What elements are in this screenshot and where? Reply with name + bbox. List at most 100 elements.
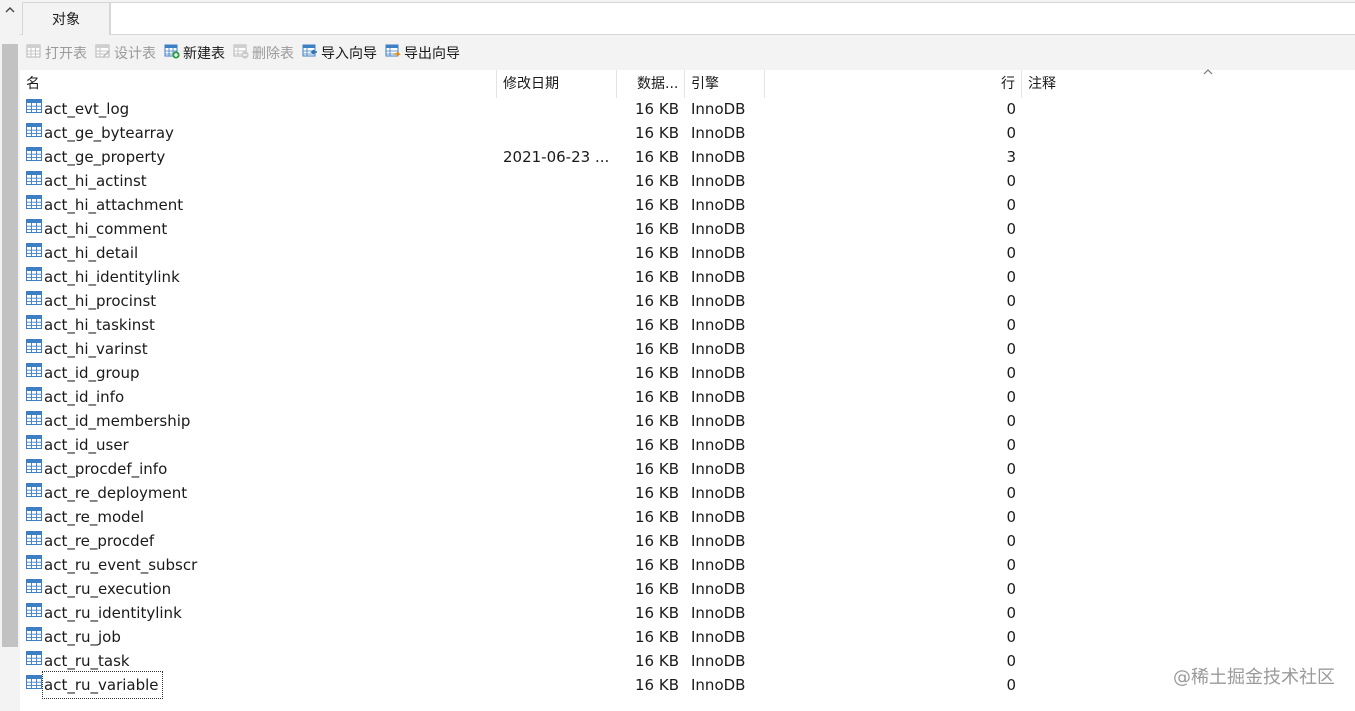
cell-modified	[503, 529, 617, 553]
import-wizard-button[interactable]: 导入向导	[302, 41, 377, 65]
cell-rows: 3	[1006, 148, 1016, 166]
table-row[interactable]: act_id_user 16 KB InnoDB 0	[20, 433, 1355, 457]
table-row[interactable]: act_re_model 16 KB InnoDB 0	[20, 505, 1355, 529]
delete-table-button[interactable]: 删除表	[233, 41, 294, 65]
cell-engine: InnoDB	[691, 676, 746, 694]
table-row[interactable]: act_hi_identitylink 16 KB InnoDB 0	[20, 265, 1355, 289]
table-icon	[26, 385, 42, 409]
cell-comment	[1028, 265, 1328, 289]
column-header-rows[interactable]: 行	[765, 70, 1022, 98]
table-row[interactable]: act_ru_task 16 KB InnoDB 0	[20, 649, 1355, 673]
cell-comment	[1028, 97, 1328, 121]
toolbar: 打开表 设计表 新建表 删除表 导入向导 导出向导	[20, 35, 1355, 70]
table-name: act_procdef_info	[44, 460, 168, 478]
cell-comment	[1028, 361, 1328, 385]
table-row[interactable]: act_hi_comment 16 KB InnoDB 0	[20, 217, 1355, 241]
column-header-comment[interactable]: 注释	[1022, 70, 1355, 98]
new-table-button[interactable]: 新建表	[164, 41, 225, 65]
table-row[interactable]: act_ge_bytearray 16 KB InnoDB 0	[20, 121, 1355, 145]
table-row[interactable]: act_re_deployment 16 KB InnoDB 0	[20, 481, 1355, 505]
cell-rows: 0	[1006, 628, 1016, 646]
cell-name: act_re_model	[26, 505, 496, 529]
chevron-up-icon[interactable]	[3, 4, 17, 18]
table-row[interactable]: act_evt_log 16 KB InnoDB 0	[20, 97, 1355, 121]
table-row[interactable]: act_hi_detail 16 KB InnoDB 0	[20, 241, 1355, 265]
cell-engine: InnoDB	[691, 628, 746, 646]
column-header-data-size[interactable]: 数据...	[617, 70, 685, 98]
cell-engine: InnoDB	[691, 268, 746, 286]
table-row[interactable]: act_hi_attachment 16 KB InnoDB 0	[20, 193, 1355, 217]
cell-rows: 0	[1006, 124, 1016, 142]
table-row[interactable]: act_ge_property 2021-06-23 ... 16 KB InnoDB…	[20, 145, 1355, 169]
cell-comment	[1028, 577, 1328, 601]
cell-name: act_ge_property	[26, 145, 496, 169]
cell-name: act_ru_execution	[26, 577, 496, 601]
table-row[interactable]: act_hi_taskinst 16 KB InnoDB 0	[20, 313, 1355, 337]
cell-name: act_hi_attachment	[26, 193, 496, 217]
table-icon	[26, 625, 42, 649]
table-name: act_hi_detail	[44, 244, 139, 262]
vertical-scrollbar-thumb[interactable]	[2, 44, 18, 647]
cell-engine: InnoDB	[691, 172, 746, 190]
table-name: act_ge_bytearray	[44, 124, 174, 142]
table-icon	[26, 457, 42, 481]
table-name: act_hi_comment	[44, 220, 168, 238]
cell-modified	[503, 97, 617, 121]
table-row[interactable]: act_ru_identitylink 16 KB InnoDB 0	[20, 601, 1355, 625]
column-header-name[interactable]: 名	[20, 70, 497, 98]
cell-engine: InnoDB	[691, 460, 746, 478]
cell-modified	[503, 673, 617, 697]
cell-modified: 2021-06-23 ...	[503, 148, 610, 166]
cell-data-size: 16 KB	[635, 628, 679, 646]
table-row[interactable]: act_ru_variable 16 KB InnoDB 0	[20, 671, 1355, 699]
cell-data-size: 16 KB	[635, 388, 679, 406]
table-name: act_evt_log	[44, 100, 130, 118]
table-row[interactable]: act_id_group 16 KB InnoDB 0	[20, 361, 1355, 385]
cell-modified	[503, 193, 617, 217]
tab-label: 对象	[52, 12, 80, 28]
cell-data-size: 16 KB	[635, 532, 679, 550]
cell-rows: 0	[1006, 292, 1016, 310]
table-row[interactable]: act_hi_procinst 16 KB InnoDB 0	[20, 289, 1355, 313]
cell-name: act_hi_detail	[26, 241, 496, 265]
cell-rows: 0	[1006, 436, 1016, 454]
column-header-modified[interactable]: 修改日期	[497, 70, 617, 98]
table-row[interactable]: act_ru_event_subscr 16 KB InnoDB 0	[20, 553, 1355, 577]
cell-rows: 0	[1006, 220, 1016, 238]
table-name: act_ru_event_subscr	[44, 556, 198, 574]
cell-data-size: 16 KB	[635, 580, 679, 598]
cell-engine: InnoDB	[691, 556, 746, 574]
column-header-engine[interactable]: 引擎	[685, 70, 765, 98]
cell-comment	[1028, 457, 1328, 481]
cell-comment	[1028, 217, 1328, 241]
table-row[interactable]: act_ru_execution 16 KB InnoDB 0	[20, 577, 1355, 601]
table-row[interactable]: act_re_procdef 16 KB InnoDB 0	[20, 529, 1355, 553]
cell-data-size: 16 KB	[635, 460, 679, 478]
table-row[interactable]: act_hi_varinst 16 KB InnoDB 0	[20, 337, 1355, 361]
table-row[interactable]: act_hi_actinst 16 KB InnoDB 0	[20, 169, 1355, 193]
design-table-button[interactable]: 设计表	[95, 41, 156, 65]
table-row[interactable]: act_procdef_info 16 KB InnoDB 0	[20, 457, 1355, 481]
cell-rows: 0	[1006, 604, 1016, 622]
tab-bar-empty-area	[110, 2, 1355, 34]
import-wizard-label: 导入向导	[321, 45, 377, 62]
table-icon	[26, 481, 42, 505]
table-row[interactable]: act_id_info 16 KB InnoDB 0	[20, 385, 1355, 409]
cell-name: act_ge_bytearray	[26, 121, 496, 145]
cell-engine: InnoDB	[691, 604, 746, 622]
cell-comment	[1028, 385, 1328, 409]
cell-engine: InnoDB	[691, 532, 746, 550]
tab-objects[interactable]: 对象	[22, 2, 110, 35]
cell-engine: InnoDB	[691, 508, 746, 526]
cell-data-size: 16 KB	[635, 676, 679, 694]
sort-indicator-icon	[1203, 65, 1213, 78]
open-table-button[interactable]: 打开表	[26, 41, 87, 65]
table-row[interactable]: act_id_membership 16 KB InnoDB 0	[20, 409, 1355, 433]
cell-name: act_hi_actinst	[26, 169, 496, 193]
table-row[interactable]: act_ru_job 16 KB InnoDB 0	[20, 625, 1355, 649]
cell-modified	[503, 361, 617, 385]
export-wizard-button[interactable]: 导出向导	[385, 41, 460, 65]
open-table-label: 打开表	[45, 45, 87, 62]
cell-comment	[1028, 145, 1328, 169]
cell-data-size: 16 KB	[635, 412, 679, 430]
